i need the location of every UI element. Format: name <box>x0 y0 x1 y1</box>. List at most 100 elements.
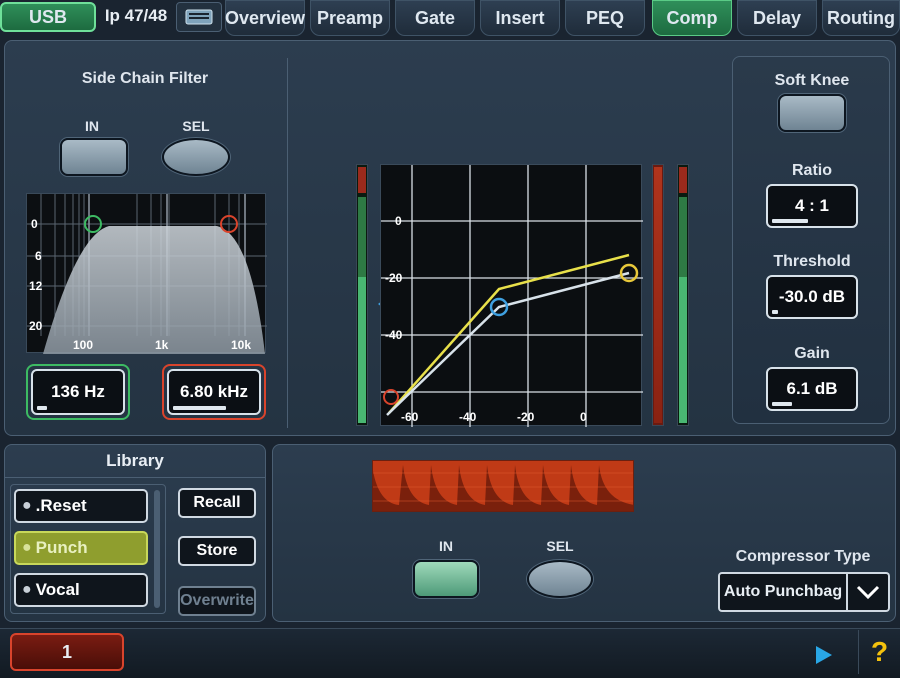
library-scrollbar[interactable] <box>154 490 160 608</box>
threshold-level-bar <box>772 310 778 314</box>
sidechain-filter-graph[interactable]: 0 6 12 20 100 1k 10k <box>26 193 267 354</box>
comp-ytick-1: -20 <box>385 271 403 285</box>
tab-overview-label: Overview <box>224 7 306 28</box>
sidechain-in-button[interactable] <box>60 138 128 176</box>
store-button[interactable]: Store <box>178 536 256 566</box>
output-meter-green-dim <box>679 197 687 277</box>
user-icon: ● <box>22 581 32 598</box>
sidechain-sel-label: SEL <box>182 118 210 134</box>
store-label: Store <box>196 542 238 559</box>
ratio-box[interactable]: 4 : 1 <box>766 184 858 228</box>
gain-level-bar <box>772 402 792 406</box>
tab-delay[interactable]: Delay <box>737 0 817 36</box>
keyboard-icon[interactable] <box>176 2 222 32</box>
sc-ytick-2: 12 <box>29 279 43 293</box>
gain-label: Gain <box>794 345 830 362</box>
comp-sel-button[interactable] <box>527 560 593 598</box>
threshold-value: -30.0 dB <box>778 287 846 306</box>
output-meter-red <box>679 167 687 193</box>
soft-knee-button[interactable] <box>778 94 846 132</box>
input-meter-green-dim <box>358 197 366 277</box>
gain-box[interactable]: 6.1 dB <box>766 367 858 411</box>
gain-reduction-meter <box>652 164 664 426</box>
comp-xtick-3: 0 <box>580 410 587 424</box>
sc-xtick-2: 10k <box>231 338 251 352</box>
library-item-label: .Reset <box>35 496 87 515</box>
ratio-label: Ratio <box>792 162 832 179</box>
compressor-graph[interactable]: 0 -20 -40 -60 -40 -20 0 <box>380 164 643 427</box>
sidechain-in-label: IN <box>85 118 99 134</box>
comp-xtick-2: -20 <box>517 410 535 424</box>
lpf-frequency-box[interactable]: 6.80 kHz <box>162 364 266 420</box>
sc-ytick-0: 0 <box>31 217 38 231</box>
library-item-label: Punch <box>35 538 88 557</box>
library-item-vocal[interactable]: ● Vocal <box>14 573 148 607</box>
hpf-level-bar <box>37 406 47 410</box>
overwrite-button[interactable]: Overwrite <box>178 586 256 616</box>
tab-insert[interactable]: Insert <box>480 0 560 36</box>
sc-xtick-0: 100 <box>73 338 93 352</box>
output-meter <box>677 164 689 426</box>
tab-delay-label: Delay <box>752 7 802 28</box>
tab-comp[interactable]: Comp <box>652 0 732 36</box>
library-title: Library <box>106 450 164 470</box>
help-button[interactable]: ? <box>858 630 900 674</box>
compressor-type-value-box: Auto Punchbag <box>718 572 848 612</box>
bottom-sel-label: SEL <box>546 538 574 554</box>
sc-xtick-1: 1k <box>155 338 169 352</box>
library-item-reset[interactable]: ● .Reset <box>14 489 148 523</box>
hpf-frequency-box[interactable]: 136 Hz <box>26 364 130 420</box>
tab-comp-label: Comp <box>666 7 718 28</box>
threshold-box[interactable]: -30.0 dB <box>766 275 858 319</box>
compressor-type-select[interactable]: Auto Punchbag <box>718 572 890 612</box>
sidechain-sel-button[interactable] <box>162 138 230 176</box>
gr-meter-fill <box>654 167 662 423</box>
tab-overview[interactable]: Overview <box>225 0 305 36</box>
sidechain-filter-curve <box>43 226 265 354</box>
ratio-level-bar <box>772 219 808 223</box>
help-icon: ? <box>870 636 889 667</box>
tab-usb-label: USB <box>28 6 67 27</box>
comp-in-button[interactable] <box>413 560 479 598</box>
input-meter <box>356 164 368 426</box>
tab-preamp[interactable]: Preamp <box>310 0 390 36</box>
user-icon: ● <box>22 497 32 514</box>
comp-xtick-1: -40 <box>459 410 477 424</box>
ratio-value: 4 : 1 <box>794 196 830 215</box>
chevron-down-icon[interactable] <box>848 572 890 612</box>
channel-label: Ip 47/48 <box>104 6 168 25</box>
divider <box>287 58 288 428</box>
compressor-type-value: Auto Punchbag <box>723 583 843 600</box>
library-item-punch[interactable]: ● Punch <box>14 531 148 565</box>
sc-ytick-3: 20 <box>29 319 43 333</box>
recall-label: Recall <box>193 494 241 511</box>
tab-preamp-label: Preamp <box>316 7 384 28</box>
tab-peq[interactable]: PEQ <box>565 0 645 36</box>
tab-routing[interactable]: Routing <box>822 0 900 36</box>
tab-usb[interactable]: USB <box>0 2 96 32</box>
tab-gate-label: Gate <box>414 7 456 28</box>
status-bar <box>0 628 900 678</box>
play-icon[interactable] <box>816 646 832 664</box>
gain-value: 6.1 dB <box>786 379 838 398</box>
sidechain-title: Side Chain Filter <box>81 70 209 87</box>
gain-curve <box>388 253 630 414</box>
output-meter-green <box>679 277 687 423</box>
input-meter-red <box>358 167 366 193</box>
static-curve <box>386 271 630 416</box>
channel-number: 1 <box>61 641 72 662</box>
comp-ytick-0: 0 <box>395 214 402 228</box>
comp-xtick-0: -60 <box>401 410 419 424</box>
gain-reduction-history <box>372 460 634 512</box>
tab-gate[interactable]: Gate <box>395 0 475 36</box>
lpf-frequency-value: 6.80 kHz <box>179 382 249 401</box>
library-header: Library <box>4 444 266 478</box>
sc-ytick-1: 6 <box>35 249 42 263</box>
compressor-type-label: Compressor Type <box>735 548 871 565</box>
recall-button[interactable]: Recall <box>178 488 256 518</box>
threshold-label: Threshold <box>773 253 851 270</box>
tab-routing-label: Routing <box>827 7 895 28</box>
channel-select-button[interactable]: 1 <box>10 633 124 671</box>
library-item-label: Vocal <box>35 580 80 599</box>
lpf-level-bar <box>173 406 226 410</box>
